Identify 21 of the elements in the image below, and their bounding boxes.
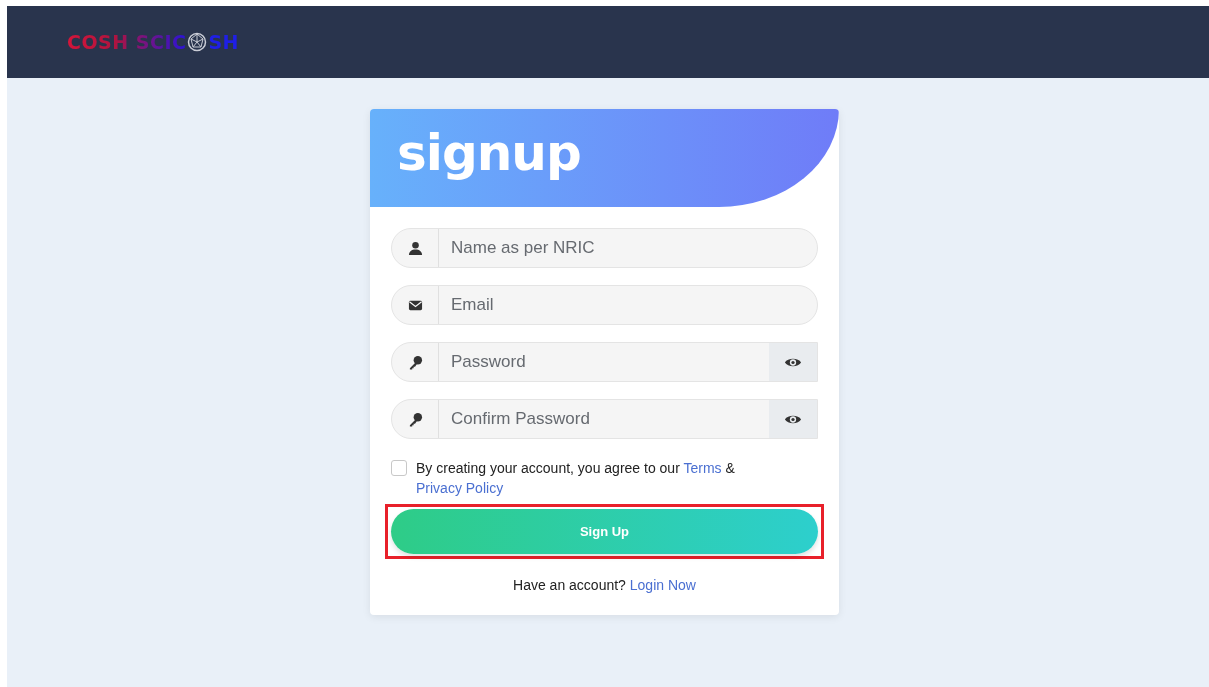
key-icon: [407, 354, 423, 370]
form-title: signup: [397, 124, 581, 184]
input-group[interactable]: Password: [391, 342, 818, 382]
input-field[interactable]: Confirm Password: [439, 400, 769, 438]
show-password-button[interactable]: [769, 400, 817, 438]
input-group[interactable]: Email: [391, 285, 818, 325]
key-icon: [407, 411, 423, 427]
input-field[interactable]: Password: [439, 343, 769, 381]
input-field[interactable]: Email: [439, 286, 817, 324]
login-prompt: Have an account? Login Now: [512, 577, 697, 593]
network-globe-icon: [187, 32, 208, 52]
person-icon: [407, 240, 423, 256]
agreement-text: By creating your account, you agree to our Terms & Privacy Policy: [416, 459, 736, 498]
show-password-button[interactable]: [769, 343, 817, 381]
checkbox[interactable]: [391, 460, 407, 476]
terms-link[interactable]: Terms: [683, 460, 722, 476]
input-group[interactable]: Confirm Password: [391, 399, 818, 439]
input-field[interactable]: Name as per NRIC: [439, 229, 817, 267]
input-group[interactable]: Name as per NRIC: [391, 228, 818, 268]
privacy-policy-link[interactable]: Privacy Policy: [416, 480, 504, 496]
login-link[interactable]: Login Now: [629, 577, 696, 593]
